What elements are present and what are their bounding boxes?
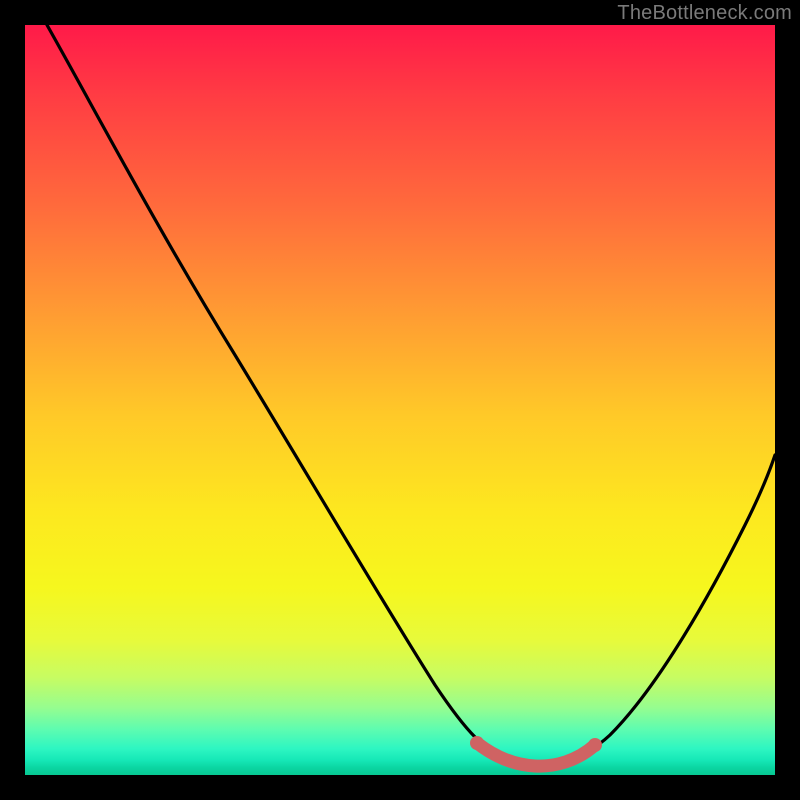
optimal-range-end-dot: [588, 738, 602, 752]
optimal-range-segment: [477, 743, 595, 766]
bottleneck-curve: [47, 25, 775, 765]
chart-svg: [25, 25, 775, 775]
watermark-text: TheBottleneck.com: [617, 2, 792, 25]
chart-plot-area: [25, 25, 775, 775]
chart-frame: TheBottleneck.com: [0, 0, 800, 800]
optimal-range-start-dot: [470, 736, 484, 750]
